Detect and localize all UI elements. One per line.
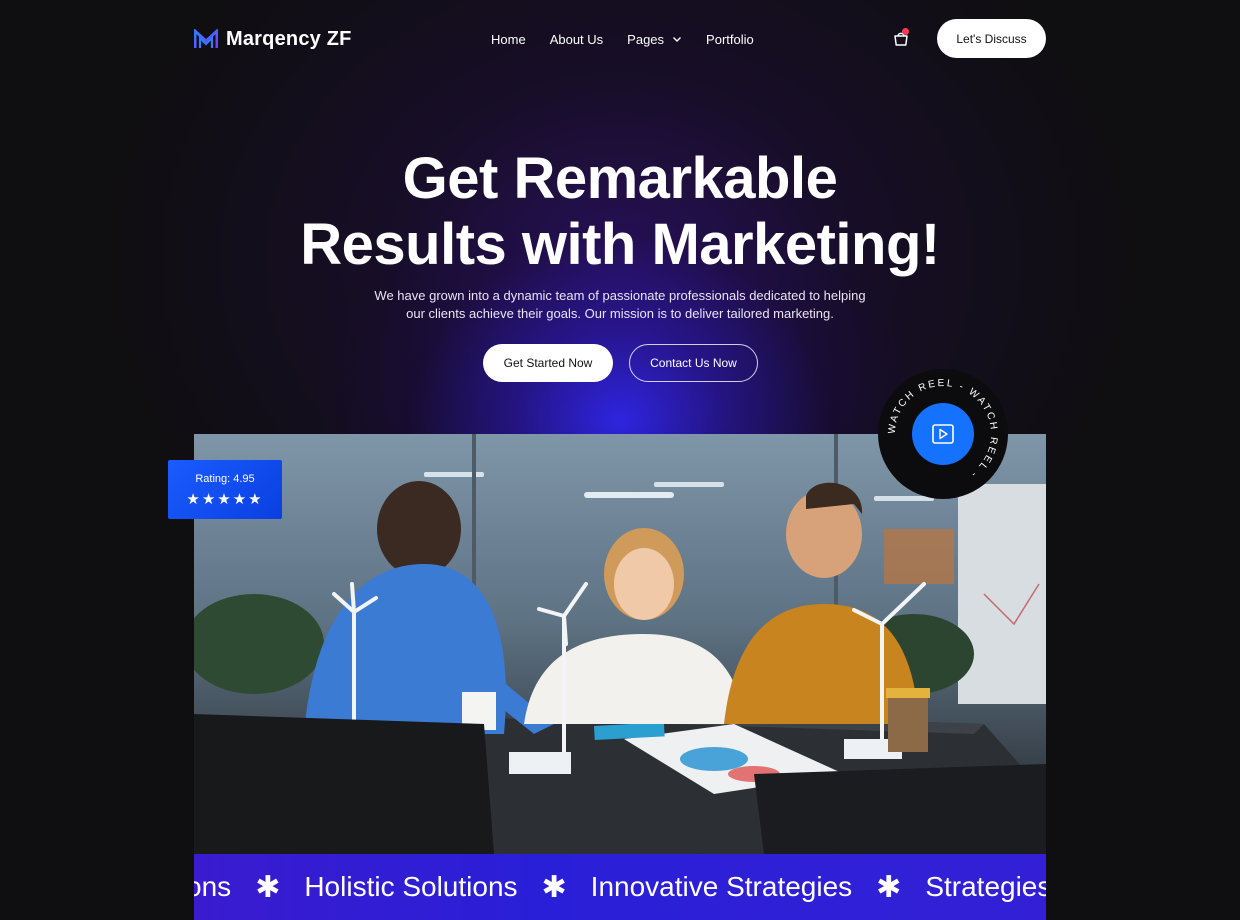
get-started-button[interactable]: Get Started Now [483, 344, 613, 382]
play-icon [932, 424, 954, 444]
marquee-item: Strategies [925, 871, 1046, 902]
nav-pages[interactable]: Pages [627, 32, 682, 47]
site-header: Marqency ZF Home About Us Pages Portfoli… [194, 19, 1046, 59]
brand-logo[interactable]: Marqency ZF [194, 28, 352, 51]
asterisk-icon: ✱ [255, 870, 281, 904]
nav-portfolio[interactable]: Portfolio [706, 32, 754, 47]
hero-subtitle-line-1: We have grown into a dynamic team of pas… [374, 288, 866, 303]
play-button[interactable] [912, 403, 974, 465]
asterisk-icon: ✱ [541, 870, 567, 904]
services-marquee: Solutions ✱ Holistic Solutions ✱ Innovat… [194, 854, 1046, 920]
hero-title-line-2: Results with Marketing! [300, 212, 940, 277]
brand-name: Marqency ZF [226, 27, 352, 50]
watch-reel-button[interactable]: WATCH REEL - WATCH REEL - [878, 369, 1008, 499]
lets-discuss-button[interactable]: Let's Discuss [937, 19, 1046, 58]
nav-pages-label: Pages [627, 31, 665, 47]
main-nav: Home About Us Pages Portfolio [491, 19, 754, 59]
hero-subtitle: We have grown into a dynamic team of pas… [355, 287, 885, 323]
marquee-track: Solutions ✱ Holistic Solutions ✱ Innovat… [194, 854, 1046, 920]
marquee-item: Solutions [194, 871, 232, 902]
hero-title-line-1: Get Remarkable [402, 146, 838, 211]
rating-label: Rating: 4.95 [195, 473, 255, 485]
marquee-item: Innovative Strategies [590, 871, 853, 902]
hero-subtitle-line-2: our clients achieve their goals. Our mis… [406, 306, 834, 321]
contact-us-button[interactable]: Contact Us Now [629, 344, 758, 382]
nav-home[interactable]: Home [491, 32, 526, 47]
cart-button[interactable] [892, 28, 910, 48]
logo-mark-icon [194, 29, 218, 48]
cart-badge [902, 28, 909, 35]
marquee-item: Holistic Solutions [304, 871, 518, 902]
hero-title: Get Remarkable Results with Marketing! [0, 146, 1240, 278]
chevron-down-icon [673, 37, 682, 42]
rating-stars: ★★★★★ [186, 491, 264, 508]
nav-about-us[interactable]: About Us [550, 32, 603, 47]
asterisk-icon: ✱ [876, 870, 902, 904]
rating-card: Rating: 4.95 ★★★★★ [168, 460, 282, 519]
